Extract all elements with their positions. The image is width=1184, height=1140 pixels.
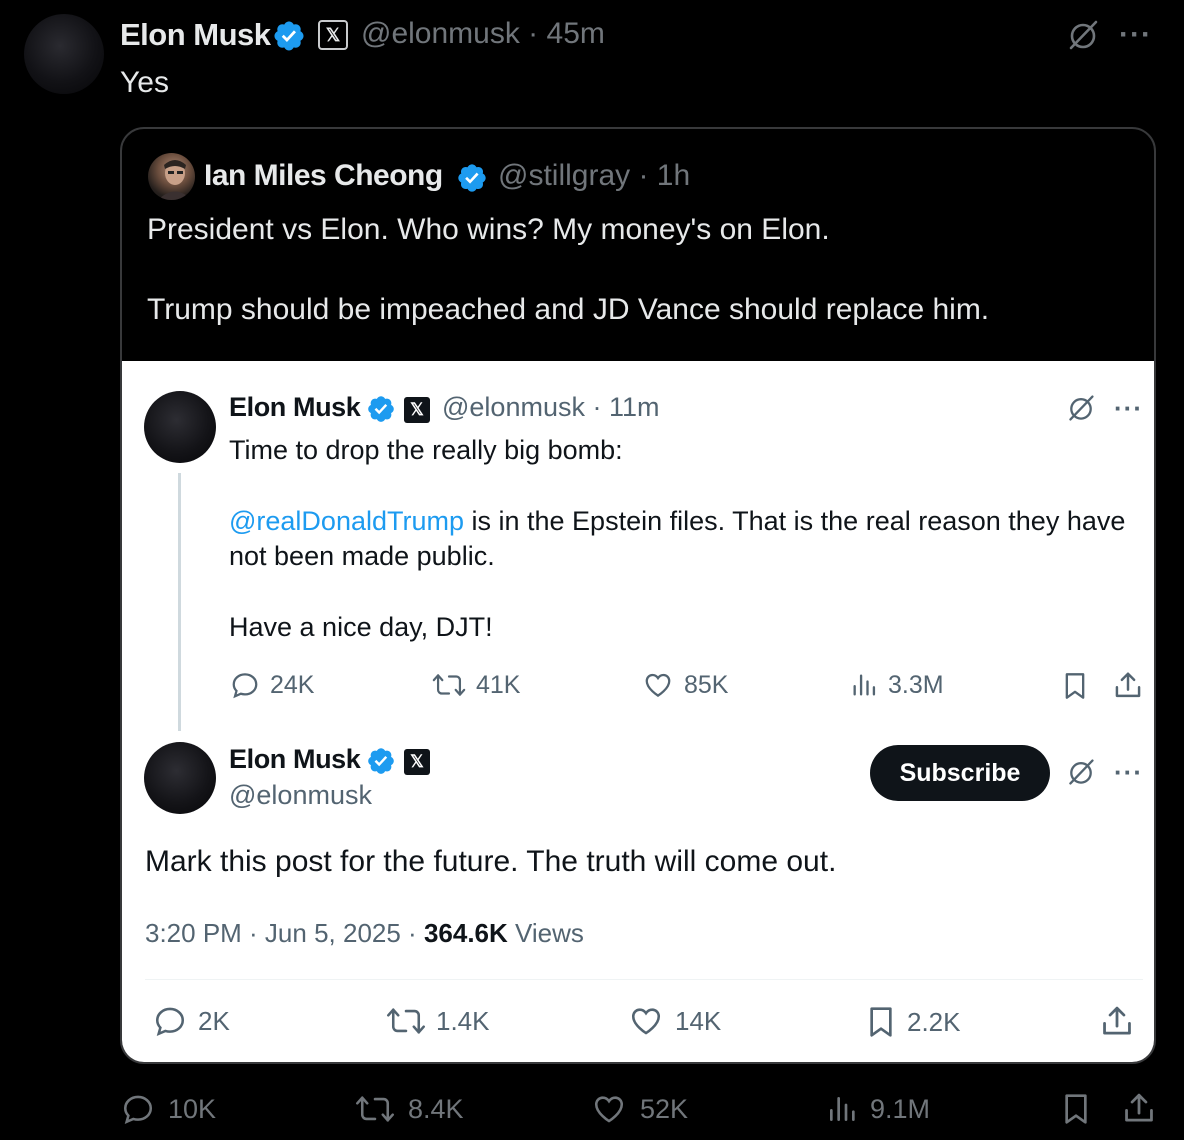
- verified-badge-icon: [456, 162, 488, 194]
- screenshot-post-text: Mark this post for the future. The truth…: [145, 845, 837, 878]
- grok-icon[interactable]: [1066, 18, 1100, 52]
- quoted-author-handle-time[interactable]: @stillgray · 1h: [498, 159, 690, 193]
- post-text: Yes: [120, 66, 169, 99]
- bookmark-icon: [870, 1007, 892, 1037]
- like-metric: 85K: [642, 670, 728, 700]
- mention-link: @realDonaldTrump: [229, 506, 464, 536]
- verified-badge-icon: [366, 746, 396, 776]
- more-options-button[interactable]: ···: [1119, 18, 1152, 52]
- bookmark-icon: [1061, 670, 1089, 702]
- reply-metric: 2K: [152, 1004, 230, 1038]
- views-button[interactable]: 9.1M: [826, 1092, 930, 1126]
- more-options-icon: ···: [1114, 757, 1143, 787]
- screenshot-post-line: not been made public.: [229, 541, 495, 571]
- screenshot-handle: @elonmusk: [229, 780, 372, 810]
- thread-connector-line: [178, 473, 181, 731]
- bookmark-metric: 2.2K: [865, 1004, 961, 1040]
- x-affiliation-badge: 𝕏: [318, 20, 348, 50]
- grok-icon: [1066, 393, 1096, 423]
- reply-button[interactable]: 10K: [120, 1092, 216, 1126]
- repost-icon: [356, 1096, 394, 1122]
- repost-icon: [387, 1008, 425, 1034]
- reply-icon: [155, 1007, 185, 1036]
- quoted-author-avatar[interactable]: [148, 153, 195, 200]
- views-icon: [853, 674, 876, 696]
- heart-icon: [645, 673, 671, 697]
- quoted-post-text-line: President vs Elon. Who wins? My money's …: [147, 213, 830, 246]
- screenshot-avatar: [144, 742, 216, 814]
- heart-icon: [631, 1008, 661, 1035]
- avatar[interactable]: [24, 14, 104, 94]
- quoted-post-text-line: Trump should be impeached and JD Vance s…: [147, 293, 990, 326]
- share-icon: [1113, 670, 1143, 702]
- heart-icon: [594, 1096, 624, 1123]
- author-name[interactable]: Elon Musk: [120, 17, 271, 53]
- share-icon: [1125, 1093, 1153, 1122]
- verified-badge-icon: [366, 394, 396, 424]
- screenshot-timestamp: 3:20 PM · Jun 5, 2025 · 364.6K Views: [145, 918, 584, 948]
- quoted-author-name[interactable]: Ian Miles Cheong: [204, 159, 443, 193]
- quoted-post-card[interactable]: Ian Miles Cheong @stillgray · 1h Preside…: [120, 127, 1156, 1064]
- repost-icon: [432, 674, 466, 696]
- share-icon: [1100, 1004, 1134, 1040]
- screenshot-handle-time: @elonmusk · 11m: [442, 392, 660, 422]
- share-button[interactable]: [1122, 1091, 1156, 1127]
- x-affiliation-badge: 𝕏: [404, 397, 430, 423]
- screenshot-post-line: @realDonaldTrump is in the Epstein files…: [229, 506, 1126, 536]
- views-metric: 3.3M: [850, 670, 944, 700]
- reply-icon: [232, 673, 258, 699]
- verified-badge-icon: [272, 19, 306, 53]
- x-affiliation-badge: 𝕏: [404, 749, 430, 775]
- grok-icon: [1066, 757, 1096, 787]
- like-button[interactable]: 52K: [590, 1092, 688, 1126]
- more-options-icon: ···: [1114, 393, 1143, 423]
- subscribe-button: Subscribe: [870, 745, 1050, 801]
- screenshot-author-name: Elon Musk: [229, 392, 361, 422]
- repost-button[interactable]: 8.4K: [354, 1092, 464, 1126]
- bookmark-icon: [1065, 1094, 1087, 1124]
- reply-icon: [123, 1095, 153, 1124]
- divider: [145, 979, 1143, 980]
- like-metric: 14K: [627, 1004, 721, 1038]
- reply-metric: 24K: [230, 670, 314, 700]
- attached-screenshot-image[interactable]: Elon Musk 𝕏 @elonmusk · 11m ··· Time to …: [122, 361, 1154, 1062]
- screenshot-author-name: Elon Musk: [229, 744, 361, 774]
- bookmark-button[interactable]: [1060, 1091, 1092, 1127]
- views-icon: [830, 1097, 855, 1121]
- repost-metric: 41K: [432, 670, 520, 700]
- screenshot-avatar: [144, 391, 216, 463]
- screenshot-post-line: Time to drop the really big bomb:: [229, 435, 623, 465]
- author-handle-time[interactable]: @elonmusk · 45m: [361, 17, 605, 51]
- screenshot-post-line: Have a nice day, DJT!: [229, 612, 493, 642]
- repost-metric: 1.4K: [386, 1004, 490, 1038]
